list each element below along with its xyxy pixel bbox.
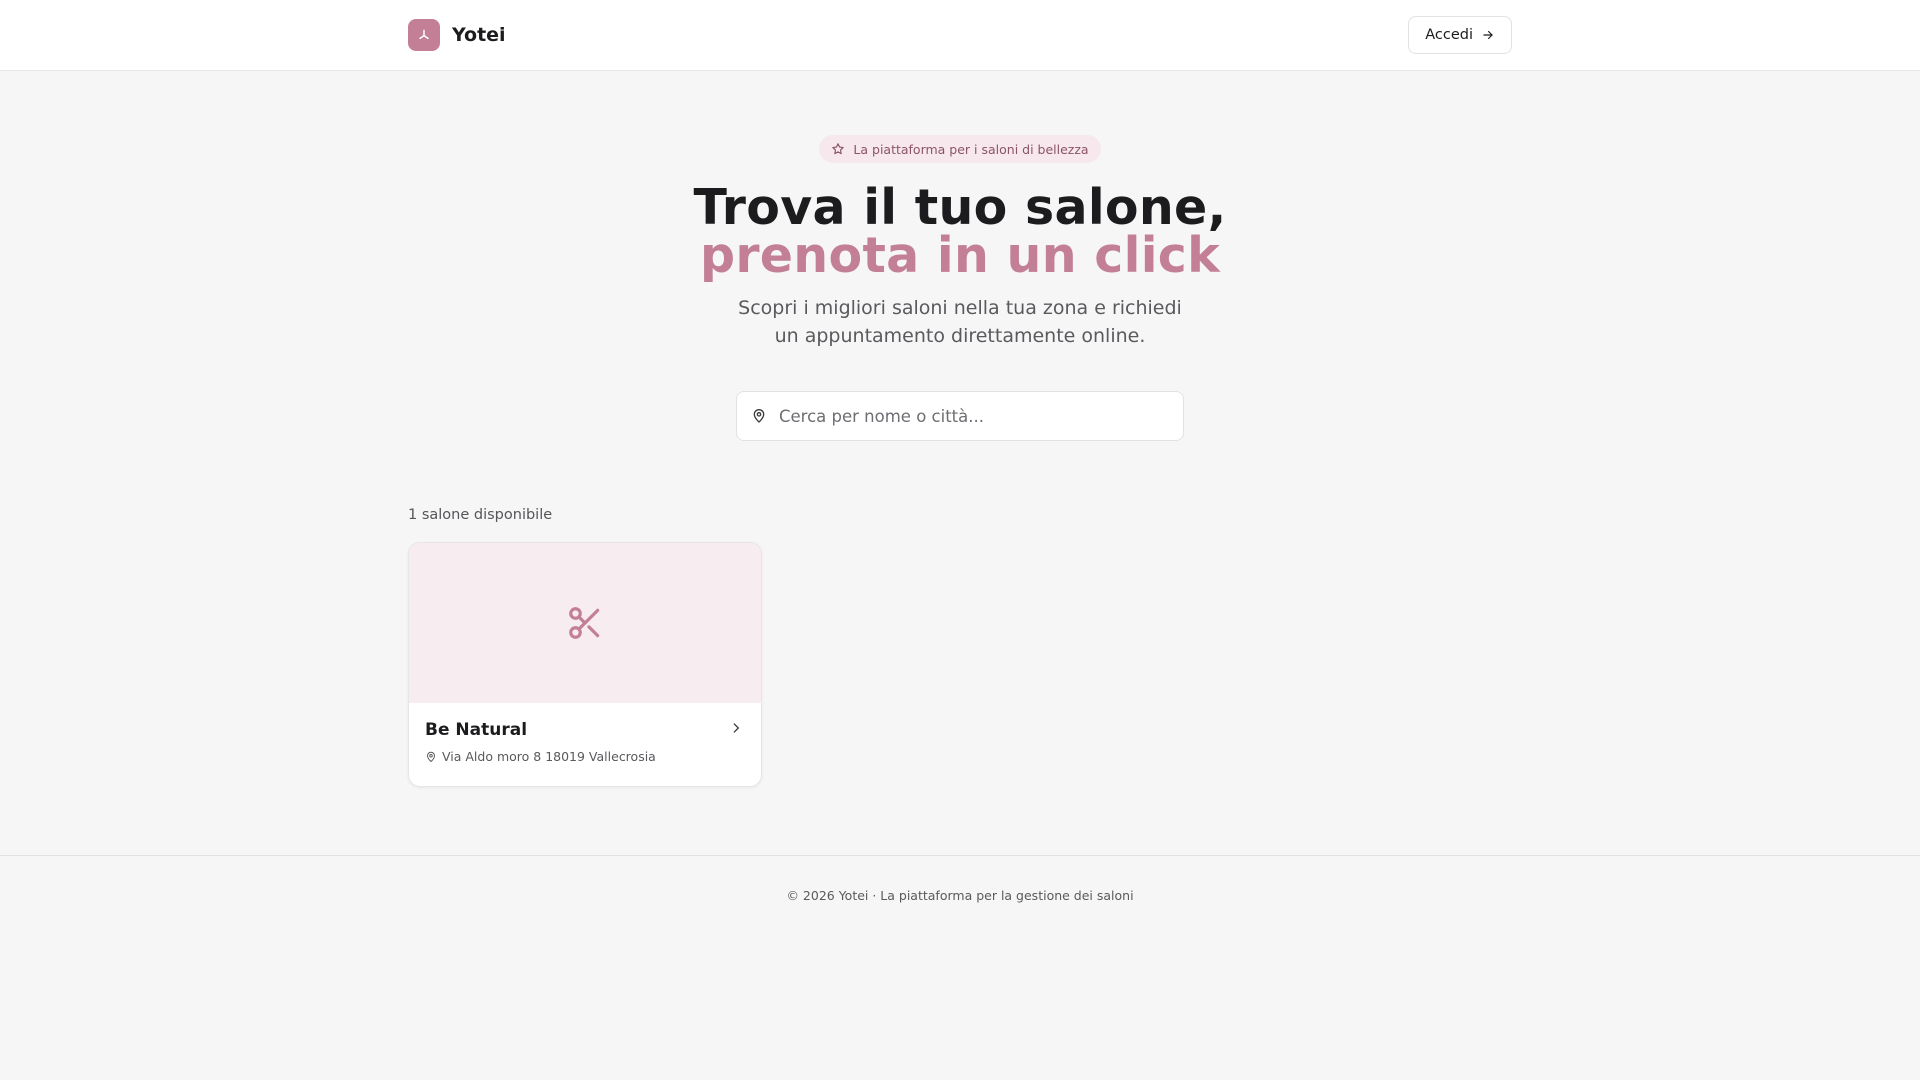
- footer-text: © 2026 Yotei · La piattaforma per la ges…: [786, 888, 1134, 903]
- map-pin-icon: [753, 409, 765, 423]
- top-header: Yotei Accedi: [0, 0, 1920, 71]
- brand[interactable]: Yotei: [408, 19, 506, 51]
- salon-address: Via Aldo moro 8 18019 Vallecrosia: [425, 749, 745, 764]
- page-footer: © 2026 Yotei · La piattaforma per la ges…: [0, 855, 1920, 903]
- brand-name: Yotei: [452, 24, 506, 46]
- salon-card[interactable]: Be Natural Via Aldo moro 8 18019 Vallecr…: [408, 542, 762, 787]
- star-icon: [832, 143, 845, 155]
- chevron-right-icon[interactable]: [729, 721, 743, 735]
- salon-card-body: Be Natural Via Aldo moro 8 18019 Vallecr…: [409, 703, 761, 764]
- results-count: 1 salone disponibile: [408, 507, 553, 523]
- search-input[interactable]: [779, 406, 1169, 426]
- tagline-badge: La piattaforma per i saloni di bellezza: [819, 135, 1101, 163]
- hero-title-line1: Trova il tuo salone,: [693, 179, 1227, 236]
- map-pin-icon: [427, 751, 435, 762]
- salon-address-text: Via Aldo moro 8 18019 Vallecrosia: [442, 749, 656, 764]
- search-box[interactable]: [736, 391, 1184, 441]
- hero-subtitle: Scopri i migliori saloni nella tua zona …: [738, 297, 1182, 347]
- hero-section: La piattaforma per i saloni di bellezza …: [0, 71, 1920, 441]
- umbrella-icon: [408, 19, 440, 51]
- arrow-right-icon: [1483, 30, 1493, 40]
- hero-title: Trova il tuo salone, prenota in un click: [0, 179, 1920, 284]
- login-button-label: Accedi: [1425, 27, 1473, 43]
- salon-name: Be Natural: [425, 720, 528, 740]
- badge-text: La piattaforma per i saloni di bellezza: [853, 141, 1089, 157]
- results-section: 1 salone disponibile Be Natural Via Aldo…: [408, 507, 1512, 787]
- scissors-icon: [569, 607, 600, 639]
- header-container: Yotei Accedi: [408, 0, 1512, 70]
- login-button[interactable]: Accedi: [1408, 16, 1512, 54]
- salon-card-image: [409, 543, 761, 703]
- hero-title-line2: prenota in un click: [699, 227, 1221, 284]
